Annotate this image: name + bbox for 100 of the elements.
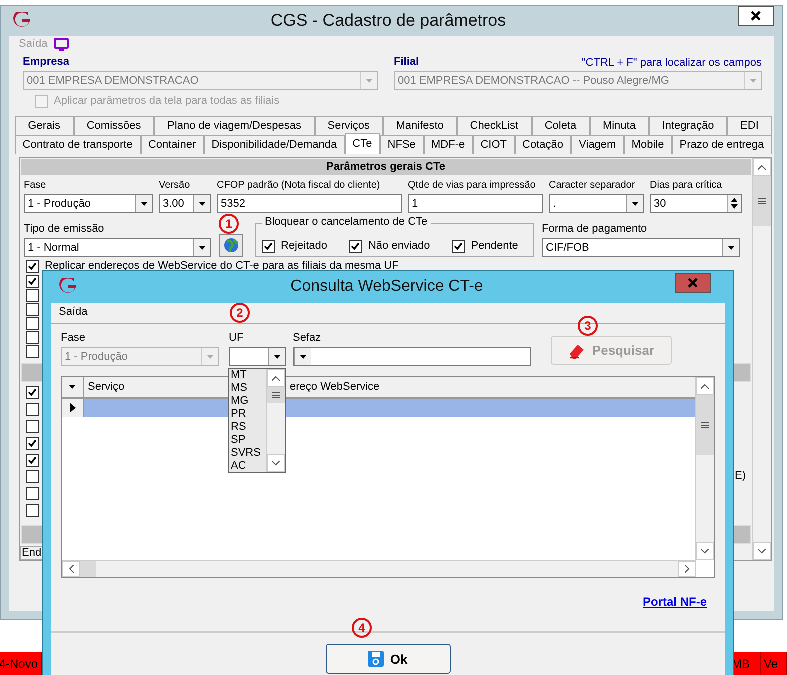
dropdown-field[interactable] bbox=[229, 347, 286, 366]
tab[interactable]: EDI bbox=[727, 116, 772, 135]
row-pointer-icon bbox=[70, 403, 76, 413]
tab[interactable]: Comissões bbox=[74, 116, 154, 135]
scroll-thumb[interactable] bbox=[267, 387, 285, 403]
list-item[interactable]: PR bbox=[231, 408, 266, 421]
dropdown-field[interactable]: 1 - Normal bbox=[24, 238, 211, 257]
list-item[interactable]: MG bbox=[231, 395, 266, 408]
scrollbar[interactable] bbox=[695, 377, 714, 560]
caret-icon bbox=[69, 385, 76, 389]
caret-icon bbox=[198, 246, 206, 250]
dialog-title: Consulta WebService CT-e bbox=[290, 278, 484, 296]
tab[interactable]: Gerais bbox=[15, 116, 74, 135]
dropdown-field[interactable]: CIF/FOB bbox=[542, 238, 740, 257]
field-label: Versão bbox=[159, 179, 192, 192]
caret-icon bbox=[366, 78, 372, 82]
checkbox-label: Pendente bbox=[471, 240, 518, 252]
field-label: CFOP padrão (Nota fiscal do cliente) bbox=[217, 179, 382, 192]
tab[interactable]: NFSe bbox=[380, 135, 424, 154]
tab[interactable]: Serviços bbox=[314, 116, 384, 135]
caret-icon bbox=[728, 246, 734, 250]
checkbox[interactable] bbox=[262, 240, 275, 252]
dropdown-field[interactable]: 1 - Produção bbox=[24, 194, 153, 213]
tab[interactable]: Integração bbox=[649, 116, 728, 135]
close-button[interactable] bbox=[738, 6, 774, 26]
annotation-marker: 1 bbox=[219, 214, 239, 234]
checkbox[interactable] bbox=[26, 260, 39, 274]
field-label: Empresa bbox=[23, 56, 70, 69]
list-item[interactable]: AC bbox=[231, 460, 266, 473]
tab[interactable]: Minuta bbox=[590, 116, 650, 135]
caret-icon bbox=[632, 202, 638, 206]
scroll-thumb[interactable] bbox=[753, 176, 771, 226]
caret-icon bbox=[198, 202, 206, 206]
field-label: Caracter separador bbox=[549, 179, 636, 192]
grip-icon bbox=[758, 198, 766, 204]
checkbox[interactable] bbox=[26, 303, 39, 316]
list-item[interactable]: SP bbox=[231, 434, 266, 447]
window-title: CGS - Cadastro de parâmetros bbox=[270, 11, 508, 31]
tab[interactable]: Plano de viagem/Despesas bbox=[154, 116, 315, 135]
text-field[interactable]: 1 bbox=[408, 194, 543, 213]
checkbox-label: Não enviado bbox=[368, 240, 430, 252]
tab[interactable]: Disponibilidade/Demanda bbox=[204, 135, 345, 154]
section-header: Parâmetros gerais CTe bbox=[21, 159, 751, 175]
dropdown-field[interactable]: . bbox=[549, 194, 644, 213]
list-item[interactable]: MT bbox=[231, 369, 266, 382]
checkbox[interactable] bbox=[452, 240, 466, 252]
checkbox[interactable] bbox=[26, 275, 39, 288]
logo-icon bbox=[59, 278, 77, 294]
checkbox[interactable] bbox=[26, 420, 39, 433]
checkbox[interactable] bbox=[26, 436, 39, 450]
option-label: E) bbox=[735, 470, 746, 484]
caret-icon bbox=[140, 202, 148, 206]
dropdown-field[interactable] bbox=[293, 347, 531, 366]
caret-icon bbox=[300, 354, 306, 358]
scrollbar[interactable] bbox=[266, 369, 285, 472]
dropdown-field[interactable]: 3.00 bbox=[159, 194, 211, 213]
tab[interactable]: Mobile bbox=[624, 135, 672, 154]
group-title: Bloquear o cancelamento de CTe bbox=[262, 216, 431, 228]
tab[interactable]: MDF-e bbox=[424, 135, 473, 154]
list-item[interactable]: SVRS bbox=[231, 447, 266, 460]
tab[interactable]: Contrato de transporte bbox=[15, 135, 141, 154]
checkbox[interactable] bbox=[26, 470, 39, 484]
checkbox[interactable] bbox=[26, 386, 39, 400]
checkbox[interactable] bbox=[26, 454, 39, 467]
field-label: Filial bbox=[394, 56, 420, 69]
tab[interactable]: Manifesto bbox=[383, 116, 458, 135]
grip-icon bbox=[701, 422, 709, 428]
scroll-thumb[interactable] bbox=[80, 561, 96, 577]
checkbox[interactable] bbox=[26, 316, 39, 330]
checkbox[interactable] bbox=[349, 240, 362, 252]
spin-field[interactable]: 30 bbox=[650, 194, 742, 213]
annotation-marker: 2 bbox=[230, 303, 250, 323]
portal-link[interactable]: Portal NF-e bbox=[642, 595, 707, 609]
list-item[interactable]: MS bbox=[231, 382, 266, 395]
checkbox-label: Rejeitado bbox=[281, 240, 328, 252]
column-header: ereço WebService bbox=[289, 380, 381, 395]
checkbox[interactable] bbox=[26, 344, 39, 358]
caret-icon bbox=[274, 354, 280, 358]
globe-button[interactable] bbox=[219, 234, 243, 257]
tab[interactable]: Cotação bbox=[514, 135, 572, 154]
tab[interactable]: Viagem bbox=[571, 135, 624, 154]
ok-button[interactable]: Ok bbox=[326, 644, 450, 674]
menu-item[interactable]: Saída bbox=[59, 306, 88, 318]
tab[interactable]: CTe bbox=[344, 133, 380, 154]
list-item[interactable]: RS bbox=[231, 421, 266, 434]
text-field[interactable]: 5352 bbox=[217, 194, 402, 213]
scrollbar[interactable] bbox=[752, 158, 771, 560]
checkbox[interactable] bbox=[26, 504, 39, 518]
checkbox[interactable] bbox=[26, 289, 39, 302]
scrollbar[interactable] bbox=[62, 560, 696, 577]
tab[interactable]: Prazo de entrega bbox=[672, 135, 772, 154]
checkbox[interactable] bbox=[26, 330, 39, 344]
checkbox[interactable] bbox=[26, 487, 39, 500]
tab[interactable]: CIOT bbox=[472, 135, 515, 154]
checkbox[interactable] bbox=[26, 402, 39, 416]
caret-icon bbox=[206, 354, 214, 358]
tab[interactable]: CheckList bbox=[457, 116, 532, 135]
tab[interactable]: Coleta bbox=[532, 116, 590, 135]
tab[interactable]: Container bbox=[140, 135, 204, 154]
scroll-thumb[interactable] bbox=[696, 395, 714, 455]
